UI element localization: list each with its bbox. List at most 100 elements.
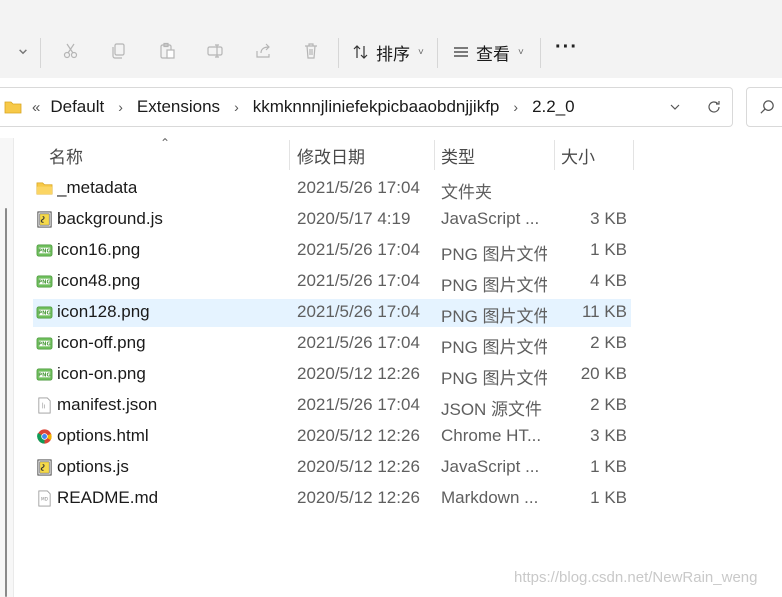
column-header-date[interactable]: 修改日期	[297, 138, 435, 172]
chevron-right-icon[interactable]: ›	[234, 99, 239, 115]
view-label: 查看	[476, 44, 510, 64]
scrollbar-thumb[interactable]	[5, 208, 7, 597]
cut-icon[interactable]	[60, 40, 82, 62]
file-date: 2021/5/26 17:04	[297, 271, 420, 290]
file-name: icon-on.png	[57, 364, 146, 383]
folder-icon	[36, 180, 53, 198]
file-date: 2021/5/26 17:04	[297, 302, 420, 321]
svg-text:PNG: PNG	[38, 310, 50, 316]
file-list-pane: 名称 ⌃ 修改日期 类型 大小 _metadata 2021/5/26 17:04…	[0, 136, 782, 597]
chevron-down-icon: ˅	[518, 46, 524, 58]
png-file-icon: PNG	[36, 273, 53, 291]
svg-text:MD: MD	[41, 496, 49, 502]
file-type: Markdown ...	[441, 488, 539, 507]
navigation-pane-edge	[0, 138, 14, 597]
file-type: PNG 图片文件	[441, 245, 547, 264]
chevron-right-icon[interactable]: ›	[513, 99, 518, 115]
file-row[interactable]: options.html 2020/5/12 12:26 Chrome HT... 3…	[33, 423, 631, 451]
file-row[interactable]: _metadata 2021/5/26 17:04 文件夹	[33, 175, 631, 203]
file-size: 1 KB	[590, 240, 627, 259]
column-header-name-label: 名称	[49, 147, 83, 167]
file-type: JavaScript ...	[441, 457, 540, 476]
sort-icon	[353, 45, 368, 59]
file-name: _metadata	[57, 178, 138, 197]
search-icon	[760, 100, 774, 114]
breadcrumb-overflow[interactable]: «	[32, 99, 40, 116]
png-file-icon: PNG	[36, 366, 53, 384]
view-button[interactable]: 查看 ˅	[452, 40, 524, 64]
file-row[interactable]: PNG icon128.png 2021/5/26 17:04 PNG 图片文件 11 …	[33, 299, 631, 327]
column-divider[interactable]	[434, 140, 435, 170]
file-size: 11 KB	[581, 302, 627, 321]
delete-icon[interactable]	[300, 40, 322, 62]
file-type: PNG 图片文件	[441, 307, 547, 326]
column-divider[interactable]	[633, 140, 634, 170]
breadcrumb: « Default › Extensions › kkmknnnjliniefe…	[4, 97, 575, 117]
chrome-html-icon	[36, 428, 53, 446]
folder-icon	[4, 101, 22, 114]
file-date: 2021/5/26 17:04	[297, 240, 420, 259]
file-type: PNG 图片文件	[441, 338, 547, 357]
column-header-size[interactable]: 大小	[561, 138, 633, 172]
command-bar: 排序 ˅ 查看 ˅ ···	[0, 0, 782, 78]
column-header-type[interactable]: 类型	[441, 138, 554, 172]
svg-text:PNG: PNG	[38, 372, 50, 378]
file-date: 2020/5/17 4:19	[297, 209, 411, 228]
chevron-right-icon[interactable]: ›	[118, 99, 123, 115]
address-bar[interactable]: « Default › Extensions › kkmknnnjliniefe…	[0, 87, 733, 127]
file-name: icon-off.png	[57, 333, 146, 352]
svg-text:PNG: PNG	[38, 279, 50, 285]
watermark: https://blog.csdn.net/NewRain_weng	[514, 569, 758, 586]
file-name: background.js	[57, 209, 163, 228]
rename-icon[interactable]	[204, 40, 226, 62]
breadcrumb-extension-id[interactable]: kkmknnnjliniefekpicbaaobdnjjikfp	[253, 97, 500, 117]
sort-button[interactable]: 排序 ˅	[352, 40, 424, 64]
file-row[interactable]: MD README.md 2020/5/12 12:26 Markdown ... 1 …	[33, 485, 631, 513]
file-type: PNG 图片文件	[441, 276, 547, 295]
file-row[interactable]: options.js 2020/5/12 12:26 JavaScript ... 1…	[33, 454, 631, 482]
png-file-icon: PNG	[36, 242, 53, 260]
js-file-icon	[36, 459, 53, 477]
file-size: 2 KB	[590, 333, 627, 352]
file-size: 3 KB	[590, 426, 627, 445]
file-type: 文件夹	[441, 183, 492, 202]
breadcrumb-extensions[interactable]: Extensions	[137, 97, 220, 117]
file-name: README.md	[57, 488, 159, 507]
breadcrumb-default[interactable]: Default	[50, 97, 104, 117]
file-date: 2020/5/12 12:26	[297, 488, 420, 507]
file-row[interactable]: PNG icon16.png 2021/5/26 17:04 PNG 图片文件 1 KB	[33, 237, 631, 265]
file-row[interactable]: PNG icon-off.png 2021/5/26 17:04 PNG 图片文件 2 …	[33, 330, 631, 358]
file-name: icon16.png	[57, 240, 141, 259]
file-type: JavaScript ...	[441, 209, 540, 228]
column-divider[interactable]	[554, 140, 555, 170]
breadcrumb-version[interactable]: 2.2_0	[532, 97, 575, 117]
file-date: 2020/5/12 12:26	[297, 364, 420, 383]
file-row[interactable]: background.js 2020/5/17 4:19 JavaScript ..…	[33, 206, 631, 234]
file-size: 2 KB	[590, 395, 627, 414]
column-header-size-label: 大小	[561, 147, 595, 167]
file-row[interactable]: PNG icon48.png 2021/5/26 17:04 PNG 图片文件 4 KB	[33, 268, 631, 296]
toolbar-divider	[540, 38, 541, 68]
search-box[interactable]	[746, 87, 782, 127]
column-divider[interactable]	[289, 140, 290, 170]
file-size: 1 KB	[590, 457, 627, 476]
file-row[interactable]: PNG icon-on.png 2020/5/12 12:26 PNG 图片文件 20 …	[33, 361, 631, 389]
file-row[interactable]: manifest.json 2021/5/26 17:04 JSON 源文件 2 KB	[33, 392, 631, 420]
file-size: 20 KB	[580, 364, 627, 383]
file-name: icon128.png	[57, 302, 150, 321]
sort-label: 排序	[376, 44, 410, 64]
toolbar-divider	[338, 38, 339, 68]
column-header-type-label: 类型	[441, 147, 475, 167]
file-name: manifest.json	[57, 395, 158, 414]
chevron-down-icon[interactable]	[668, 100, 682, 114]
more-options-button[interactable]: ···	[555, 36, 578, 59]
column-header-date-label: 修改日期	[297, 147, 365, 167]
share-icon[interactable]	[252, 40, 274, 62]
refresh-icon[interactable]	[705, 98, 723, 116]
png-file-icon: PNG	[36, 335, 53, 353]
paste-icon[interactable]	[156, 40, 178, 62]
file-date: 2020/5/12 12:26	[297, 426, 420, 445]
svg-text:PNG: PNG	[38, 248, 50, 254]
chevron-down-icon[interactable]	[12, 40, 34, 62]
copy-icon[interactable]	[108, 40, 130, 62]
